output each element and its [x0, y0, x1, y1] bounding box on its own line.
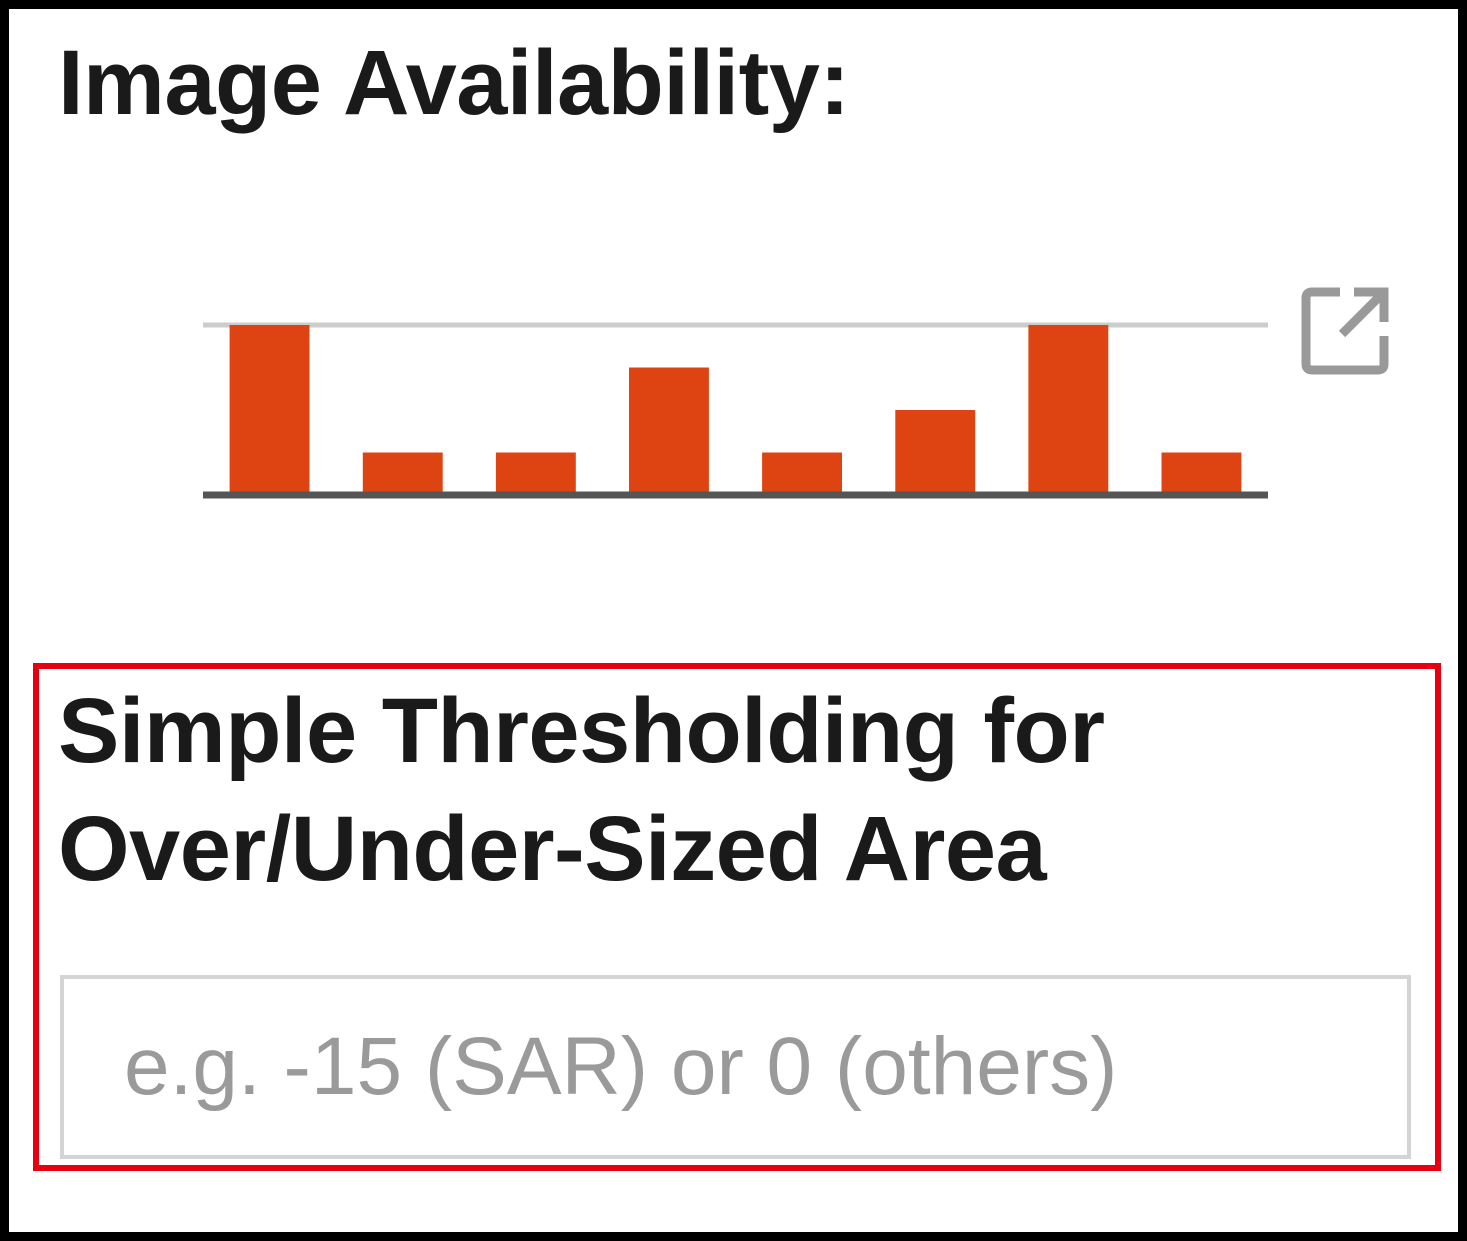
threshold-title-line2: Over/Under-Sized Area: [58, 798, 1047, 900]
open-in-new-icon-graphic: [1301, 287, 1389, 375]
threshold-title: Simple Thresholding for Over/Under-Sized…: [58, 672, 1388, 908]
threshold-title-line1: Simple Thresholding for: [58, 680, 1105, 782]
chart-bar-1: [229, 325, 310, 495]
chart-bar-4: [629, 367, 709, 495]
chart-bar-3: [495, 452, 576, 495]
chart-bar-2: [362, 452, 443, 495]
bar-chart-svg: [203, 322, 1268, 499]
chart-bar-5: [762, 452, 842, 495]
open-in-new-icon[interactable]: [1298, 282, 1394, 378]
chart-bar-8: [1161, 452, 1242, 495]
chart-bar-7: [1028, 325, 1109, 495]
threshold-input[interactable]: [60, 975, 1411, 1159]
chart-bars: [229, 325, 1242, 495]
image-availability-chart[interactable]: [190, 270, 1420, 520]
chart-bar-6: [895, 410, 976, 495]
image-availability-title: Image Availability:: [58, 32, 850, 134]
